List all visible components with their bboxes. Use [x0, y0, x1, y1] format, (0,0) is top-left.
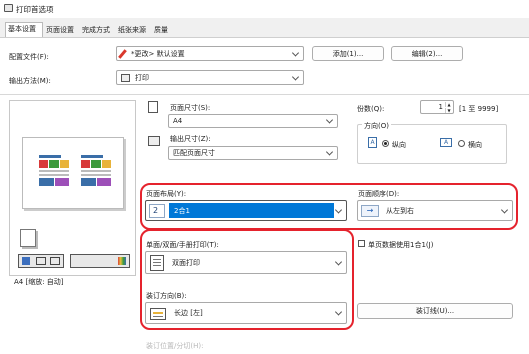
chevron-down-icon	[291, 72, 300, 81]
layout-icon	[22, 257, 30, 265]
single-page-checkbox[interactable]	[358, 240, 365, 247]
spin-up-icon[interactable]: ▲	[445, 102, 452, 107]
copies-spinner[interactable]: 1 ▲ ▼	[420, 100, 454, 114]
page-size-value: A4	[173, 117, 183, 125]
output-size-icon	[148, 136, 160, 146]
tab-page-setup[interactable]: 页面设置	[44, 24, 76, 38]
layout-value: 2合1	[174, 206, 190, 215]
landscape-icon: A	[440, 138, 452, 147]
chevron-down-icon	[334, 308, 343, 316]
portrait-label: 纵向	[392, 141, 406, 149]
page-size-select[interactable]: A4	[168, 114, 338, 128]
profile-value: *更改> 默认设置	[131, 49, 185, 58]
chevron-down-icon	[334, 257, 343, 266]
layout-label: 页面布局(Y):	[146, 190, 187, 198]
layout-selected-bar	[169, 203, 334, 218]
chevron-down-icon	[334, 205, 343, 214]
tab-basic-settings[interactable]: 基本设置	[5, 22, 43, 38]
tab-quality[interactable]: 质量	[152, 24, 170, 38]
copies-value: 1	[438, 103, 443, 111]
tab-finishing[interactable]: 完成方式	[80, 24, 112, 38]
nup-number: 2	[153, 206, 159, 215]
chevron-down-icon	[325, 116, 334, 124]
output-method-select[interactable]: 打印	[116, 70, 304, 85]
landscape-label: 横向	[468, 141, 482, 149]
thumb-right	[81, 155, 111, 191]
layout-select[interactable]: 2 2合1	[145, 200, 347, 221]
tab-strip: 基本设置 页面设置 完成方式 纸张来源 质量	[0, 20, 529, 38]
page-size-icon	[148, 101, 158, 113]
printer-icon	[121, 74, 130, 82]
profile-label: 配置文件(F):	[9, 53, 49, 61]
arrow-right-icon: →	[361, 205, 379, 217]
output-size-select[interactable]: 匹配页面尺寸	[168, 146, 338, 160]
output-size-value: 匹配页面尺寸	[173, 149, 215, 157]
spin-down-icon[interactable]: ▼	[445, 108, 452, 113]
divider	[0, 94, 529, 95]
orientation-label: 方向(O)	[362, 121, 391, 131]
preview-caption: A4 [缩放: 自动]	[14, 278, 64, 286]
title-bar: 打印首选项	[0, 0, 529, 18]
duplex-select[interactable]: 双面打印	[145, 251, 347, 274]
binding-icon	[150, 308, 166, 320]
chevron-down-icon	[325, 148, 334, 156]
window-title: 打印首选项	[16, 5, 54, 14]
orientation-group: 方向(O) A 纵向 A 横向	[357, 121, 507, 164]
book-icon	[50, 257, 60, 265]
profile-select[interactable]: *更改> 默认设置	[116, 46, 304, 61]
copies-label: 份数(Q):	[357, 105, 385, 113]
duplex-icon	[150, 255, 164, 271]
duplex-label: 单面/双面/手册打印(T):	[146, 241, 219, 249]
portrait-radio[interactable]	[382, 140, 389, 147]
page-order-value: 从左到右	[386, 206, 414, 215]
copies-range: [1 至 9999]	[459, 105, 499, 113]
pencil-icon	[118, 49, 127, 59]
page-order-select[interactable]: → 从左到右	[357, 200, 513, 221]
add-profile-button[interactable]: 添加(1)...	[312, 46, 384, 61]
landscape-radio[interactable]	[458, 140, 465, 147]
chevron-down-icon	[500, 205, 509, 214]
thumb-left	[39, 155, 69, 191]
binding-label: 装订方向(B):	[146, 292, 187, 300]
chevron-down-icon	[291, 48, 300, 57]
tab-paper-source[interactable]: 纸张来源	[116, 24, 148, 38]
page-order-label: 页面顺序(D):	[358, 190, 400, 198]
preview-page	[22, 137, 124, 209]
cutoff-label: 装订位置/分切(H):	[146, 342, 204, 350]
duplex-value: 双面打印	[172, 258, 200, 267]
preview-pane	[9, 100, 136, 276]
gutter-button[interactable]: 装订线(U)...	[357, 303, 513, 319]
page-stack-icon	[20, 229, 36, 247]
portrait-icon: A	[368, 137, 377, 148]
output-method-label: 输出方法(M):	[9, 77, 51, 85]
page-size-label: 页面尺寸(S):	[170, 104, 211, 112]
single-page-label: 单页数据使用1合1(J)	[368, 241, 434, 249]
color-icon	[118, 257, 126, 265]
printer-icon	[4, 4, 13, 12]
nup-icon: 2	[149, 204, 165, 218]
binding-select[interactable]: 长边 [左]	[145, 302, 347, 324]
edit-profile-button[interactable]: 编辑(2)...	[391, 46, 463, 61]
output-method-value: 打印	[135, 73, 149, 82]
binding-value: 长边 [左]	[174, 309, 203, 317]
output-size-label: 输出尺寸(Z):	[170, 135, 211, 143]
edit-icon	[36, 257, 46, 265]
